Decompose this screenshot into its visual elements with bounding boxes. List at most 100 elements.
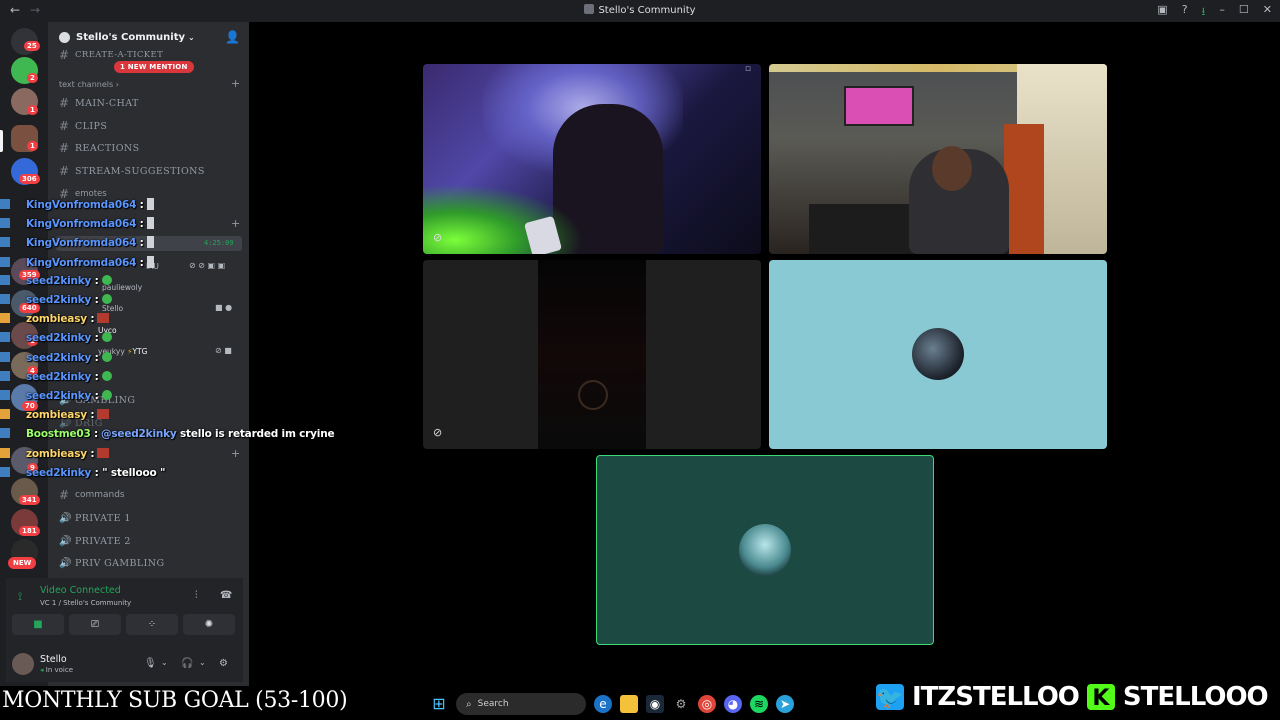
- hash-icon: #: [59, 96, 70, 110]
- category-label: text channels: [59, 80, 114, 89]
- settings-icon[interactable]: ⚙: [672, 695, 690, 713]
- speaker-icon: 🔊: [59, 512, 72, 524]
- badge-icon: [0, 351, 10, 362]
- chat-message: KingVonfromda064 :: [0, 198, 154, 211]
- maximize-icon[interactable]: ☐: [1239, 3, 1249, 22]
- headphones-icon[interactable]: 🎧: [181, 658, 193, 669]
- chat-badges: [0, 237, 26, 249]
- sub-goal-text: MONTHLY SUB GOAL (53-100): [2, 688, 348, 713]
- gear-icon[interactable]: ⚙: [219, 658, 228, 669]
- camera-icon: ▫: [744, 64, 751, 74]
- avatar[interactable]: [12, 653, 34, 675]
- chat-emote-icon: [101, 294, 112, 304]
- chat-separator: :: [136, 199, 144, 211]
- channel-commands[interactable]: # commands: [59, 485, 239, 505]
- file-explorer-icon[interactable]: [620, 695, 638, 713]
- telegram-icon[interactable]: ➤: [776, 695, 794, 713]
- channel-private-2[interactable]: 🔊 PRIVATE 2: [59, 531, 239, 551]
- channel-stream-suggestions[interactable]: # STREAM-SUGGESTIONS: [59, 161, 239, 181]
- chat-badges: [0, 218, 26, 230]
- voice-user-status-icons: ⊘ ⊘ ▣ ▣: [189, 261, 226, 270]
- chat-badges: [0, 256, 26, 269]
- add-channel-icon[interactable]: +: [231, 447, 240, 460]
- kick-handle: STELLOOO: [1122, 681, 1270, 713]
- voice-tile-speaking[interactable]: [596, 455, 934, 645]
- chat-badges: [0, 274, 26, 287]
- steam-icon[interactable]: ◉: [646, 695, 664, 713]
- user-panel: Stello ◂ In voice 🎙 ⌄ 🎧 ⌄ ⚙: [6, 650, 243, 682]
- chat-username: seed2kinky: [26, 351, 92, 364]
- soundboard-button[interactable]: ✺: [183, 614, 235, 635]
- chevron-down-icon[interactable]: ⌄: [199, 658, 206, 667]
- voice-location[interactable]: VC 1 / Stello's Community: [40, 599, 131, 607]
- chat-message: seed2kinky : " stellooo ": [0, 466, 165, 479]
- chat-emote-icon: [101, 370, 112, 381]
- chat-message: Boostme03 : @seed2kinky stello is retarde…: [0, 428, 335, 441]
- noise-suppression-icon[interactable]: ⫶: [195, 590, 198, 601]
- edge-icon[interactable]: e: [594, 695, 612, 713]
- chat-username: zombieasy: [26, 447, 87, 460]
- channel-reactions[interactable]: # REACTIONS: [59, 138, 239, 158]
- chat-emote-icon: [146, 255, 154, 268]
- chat-emote-icon: [97, 313, 110, 324]
- windows-start-icon[interactable]: ⊞: [430, 695, 448, 713]
- new-mention-pill[interactable]: 1 NEW MENTION: [114, 61, 194, 73]
- badge-icon: [0, 256, 10, 267]
- chat-message: seed2kinky :: [0, 332, 112, 344]
- add-channel-icon[interactable]: +: [231, 77, 240, 90]
- badge-icon: [0, 199, 10, 209]
- badge-icon: [0, 294, 10, 304]
- chat-badges: [0, 199, 26, 211]
- chat-badges: [0, 390, 26, 402]
- channel-label: CREATE-A-TICKET: [75, 50, 164, 60]
- discord-icon[interactable]: ◕: [724, 695, 742, 713]
- chat-username: KingVonfromda064: [26, 237, 137, 250]
- chevron-down-icon[interactable]: ⌄: [161, 658, 168, 667]
- camera-button[interactable]: ■: [12, 614, 64, 635]
- username[interactable]: Stello: [40, 654, 67, 665]
- chat-separator: :: [90, 428, 99, 441]
- voice-tile-4[interactable]: [769, 260, 1107, 449]
- discord-window: ← → Stello's Community ▣ ? ⭳ – ☐ ✕ 25 2 …: [0, 0, 1280, 720]
- chat-badges: [0, 294, 26, 306]
- channel-priv-gambling[interactable]: 🔊 PRIV GAMBLING: [59, 553, 239, 573]
- channel-clips[interactable]: # CLIPS: [59, 116, 239, 136]
- add-channel-icon[interactable]: +: [231, 217, 240, 230]
- disconnect-icon[interactable]: ☎: [220, 590, 232, 601]
- chat-message: KingVonfromda064 :: [0, 255, 154, 269]
- chat-badges: [0, 428, 26, 440]
- category-text-channels[interactable]: text channels ›: [59, 80, 119, 89]
- chat-mention: @seed2kinky: [101, 428, 177, 441]
- chat-message: KingVonfromda064 :: [0, 217, 154, 230]
- title-bar: ← → Stello's Community ▣ ? ⭳ – ☐ ✕: [0, 0, 1280, 22]
- invite-people-icon[interactable]: 👤: [225, 30, 240, 44]
- help-icon[interactable]: ?: [1182, 3, 1188, 22]
- chrome-icon[interactable]: ◎: [698, 695, 716, 713]
- video-tile-3[interactable]: ⊘: [423, 260, 761, 449]
- voice-timer: 4:25:09: [204, 239, 234, 247]
- screen-share-button[interactable]: ⎚: [69, 614, 121, 635]
- taskbar-search[interactable]: ⌕ Search: [456, 693, 586, 715]
- download-icon[interactable]: ⭳: [1202, 3, 1206, 22]
- voice-connection-panel: ⟟ Video Connected VC 1 / Stello's Commun…: [6, 578, 243, 682]
- server-badge: 181: [19, 526, 40, 536]
- chat-message: seed2kinky :: [0, 274, 112, 287]
- inbox-icon[interactable]: ▣: [1157, 3, 1167, 22]
- chat-badges: [0, 332, 26, 344]
- microphone-icon[interactable]: 🎙: [144, 658, 157, 669]
- channel-private-1[interactable]: 🔊 PRIVATE 1: [59, 508, 239, 528]
- spotify-icon[interactable]: ≋: [750, 695, 768, 713]
- guild-icon: [59, 31, 70, 43]
- camera-icon: ■ ●: [215, 303, 233, 312]
- video-tile-1[interactable]: ⊘ ▫: [423, 64, 761, 254]
- video-tile-2[interactable]: [769, 64, 1107, 254]
- signal-icon[interactable]: ⟟: [18, 590, 22, 604]
- close-icon[interactable]: ✕: [1263, 3, 1272, 22]
- channel-label: CLIPS: [75, 120, 108, 132]
- guild-name: Stello's Community: [76, 31, 185, 43]
- activities-button[interactable]: ⁘: [126, 614, 178, 635]
- badge-icon: [0, 332, 10, 343]
- minimize-icon[interactable]: –: [1219, 3, 1225, 22]
- chat-emote-icon: [101, 351, 112, 362]
- channel-main-chat[interactable]: # MAIN-CHAT: [59, 93, 239, 113]
